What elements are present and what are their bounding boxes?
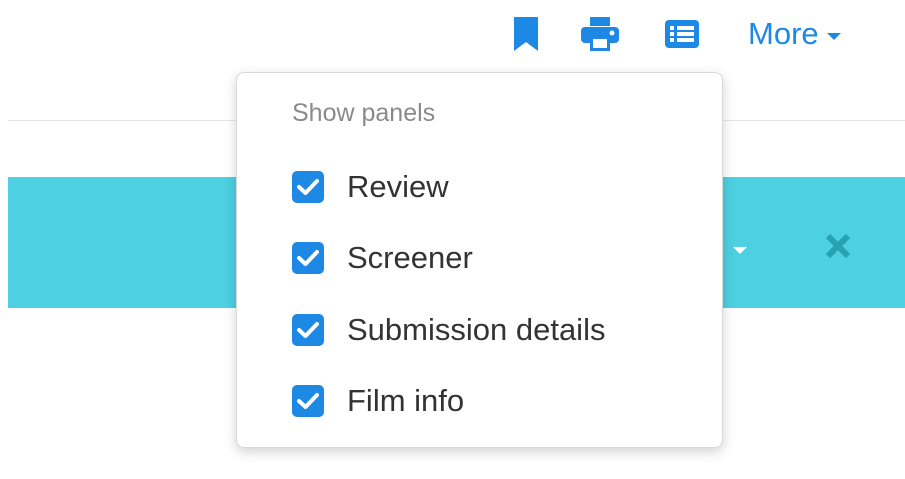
checkmark-icon	[297, 250, 319, 266]
checkmark-icon	[297, 393, 319, 409]
close-icon[interactable]	[820, 228, 856, 264]
review-checkbox[interactable]	[292, 171, 324, 203]
option-label: Film info	[347, 383, 465, 418]
option-submission-details[interactable]: Submission details	[292, 308, 605, 352]
print-icon[interactable]	[580, 14, 620, 54]
list-icon[interactable]	[662, 14, 702, 54]
caret-down-icon	[826, 32, 841, 40]
checkmark-icon	[297, 322, 319, 338]
submission-details-checkbox[interactable]	[292, 314, 324, 346]
more-button[interactable]: More	[748, 12, 841, 56]
show-panels-dropdown: Show panels Review Screener Submission d…	[236, 72, 723, 448]
dropdown-header: Show panels	[292, 99, 436, 127]
page: More Show panels Review Screener Submiss…	[0, 0, 905, 479]
option-film-info[interactable]: Film info	[292, 379, 464, 423]
more-label: More	[748, 16, 819, 51]
option-review[interactable]: Review	[292, 165, 449, 209]
option-label: Review	[347, 169, 449, 204]
checkmark-icon	[297, 179, 319, 195]
option-label: Screener	[347, 240, 473, 275]
screener-checkbox[interactable]	[292, 242, 324, 274]
toolbar: More	[0, 0, 905, 70]
bookmark-icon[interactable]	[506, 14, 546, 54]
banner-caret-down-icon[interactable]	[733, 247, 747, 254]
option-screener[interactable]: Screener	[292, 236, 473, 280]
option-label: Submission details	[347, 312, 606, 347]
film-info-checkbox[interactable]	[292, 385, 324, 417]
